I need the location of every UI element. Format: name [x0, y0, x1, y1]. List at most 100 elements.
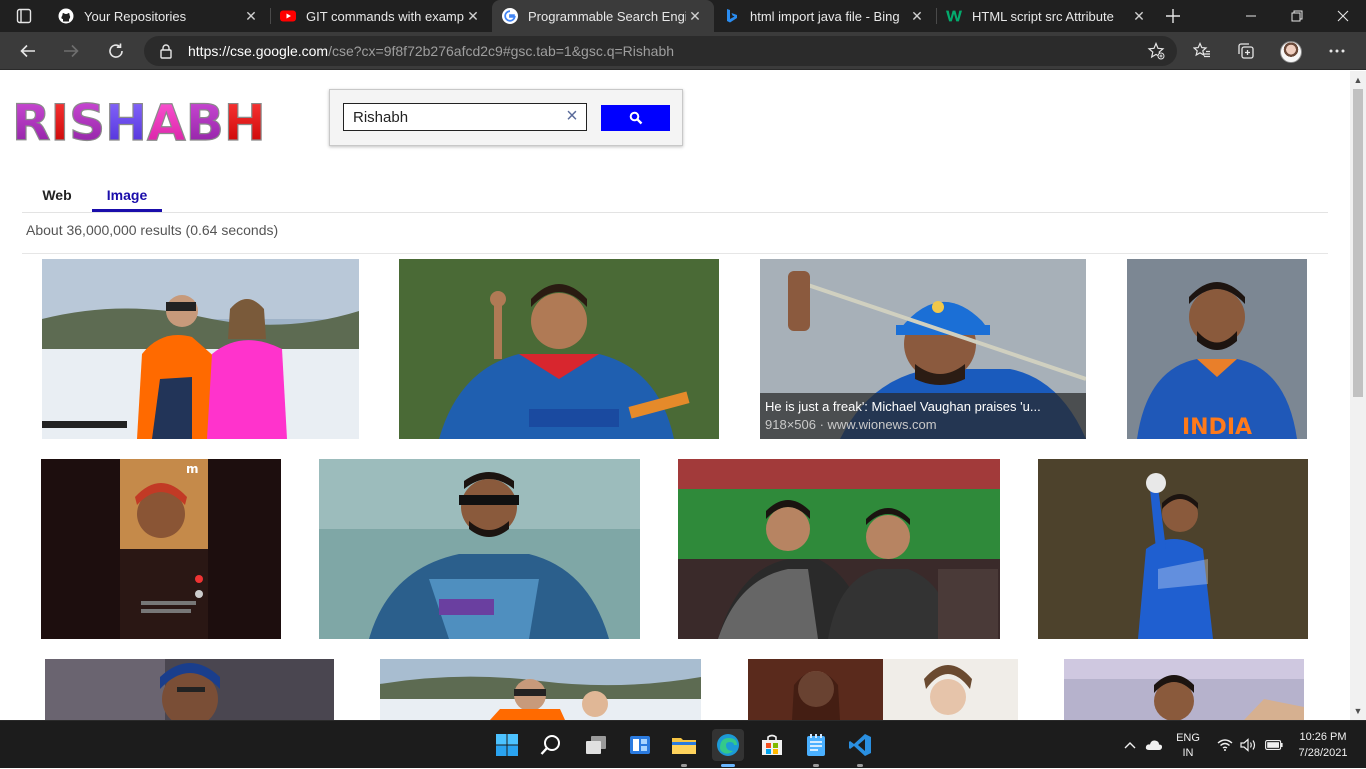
close-tab-icon[interactable]: ✕: [686, 8, 704, 25]
close-tab-icon[interactable]: ✕: [908, 8, 926, 25]
add-favorite-icon[interactable]: [1147, 42, 1165, 60]
file-explorer-button[interactable]: [668, 729, 700, 767]
result-count: About 36,000,000 results (0.64 seconds): [26, 222, 279, 238]
image-result[interactable]: INDIA: [1127, 259, 1307, 439]
running-indicator: [813, 764, 819, 767]
search-icon: [629, 111, 642, 125]
collections-icon: [1238, 43, 1254, 59]
refresh-icon: [109, 43, 123, 58]
url-host: https://cse.google.com: [188, 43, 329, 59]
search-input[interactable]: Rishabh: [343, 103, 587, 131]
divider: [22, 253, 1328, 254]
search-button[interactable]: [601, 105, 670, 131]
image-result[interactable]: [748, 659, 1018, 720]
arrow-right-icon: [64, 44, 79, 58]
page-content: RISHABH Rishabh × Web Image About 36,000…: [0, 71, 1350, 720]
windows-taskbar: ENG IN 10:26 PM 7/28/2021: [0, 720, 1366, 768]
browser-tab[interactable]: GIT commands with examples ✕: [270, 0, 492, 32]
profile-avatar[interactable]: [1280, 41, 1302, 63]
browser-tab[interactable]: Your Repositories ✕: [48, 0, 270, 32]
svg-text:m: m: [186, 462, 199, 476]
image-result[interactable]: [399, 259, 719, 439]
tab-title: Programmable Search Engine: [528, 8, 686, 24]
edge-taskbar-button[interactable]: [712, 729, 744, 767]
tab-title: html import java file - Bing: [750, 8, 900, 24]
plus-icon: [1166, 9, 1180, 23]
search-box: Rishabh ×: [329, 89, 683, 146]
google-icon: [502, 8, 518, 24]
image-result[interactable]: m: [41, 459, 281, 639]
restore-icon: [1291, 10, 1303, 22]
task-view-icon: [586, 736, 606, 754]
start-button[interactable]: [491, 729, 523, 761]
image-overlay-text: INDIA: [1182, 415, 1252, 439]
youtube-icon: [280, 8, 296, 24]
favorites-button[interactable]: [1187, 36, 1217, 66]
image-result[interactable]: He is just a freak': Michael Vaughan pra…: [760, 259, 1086, 439]
chevron-up-icon: [1124, 742, 1136, 749]
close-window-button[interactable]: [1320, 0, 1366, 32]
scroll-down-icon[interactable]: ▼: [1350, 704, 1366, 718]
refresh-button[interactable]: [101, 36, 131, 66]
page-scrollbar[interactable]: ▲ ▼: [1350, 71, 1366, 720]
browser-tab[interactable]: html import java file - Bing ✕: [714, 0, 936, 32]
lock-icon[interactable]: [158, 43, 174, 59]
tab-web[interactable]: Web: [22, 179, 92, 212]
image-result[interactable]: [319, 459, 640, 639]
language-indicator[interactable]: ENG IN: [1170, 731, 1206, 761]
image-result[interactable]: [678, 459, 1000, 639]
minimize-button[interactable]: [1228, 0, 1274, 32]
taskbar-search-button[interactable]: [535, 729, 567, 761]
tab-actions-button[interactable]: [0, 0, 48, 32]
forward-button[interactable]: [56, 36, 86, 66]
folder-icon: [672, 738, 696, 754]
scrollbar-thumb[interactable]: [1353, 89, 1363, 397]
github-icon: [58, 8, 74, 24]
browser-tab[interactable]: HTML script src Attribute ✕: [936, 0, 1158, 32]
notepad-button[interactable]: [800, 729, 832, 767]
volume-button[interactable]: [1238, 721, 1260, 769]
collections-button[interactable]: [1231, 36, 1261, 66]
new-tab-button[interactable]: [1158, 0, 1188, 32]
image-result[interactable]: [42, 259, 359, 439]
store-icon: [762, 734, 782, 755]
tab-title: Your Repositories: [84, 8, 187, 24]
windows-start-icon: [496, 734, 518, 756]
onedrive-button[interactable]: [1143, 721, 1165, 769]
widgets-button[interactable]: [624, 729, 656, 761]
address-bar[interactable]: https://cse.google.com/cse?cx=9f8f72b276…: [144, 36, 1177, 66]
image-caption-title: He is just a freak': Michael Vaughan pra…: [765, 399, 1041, 414]
system-clock[interactable]: 10:26 PM 7/28/2021: [1290, 729, 1356, 761]
wifi-button[interactable]: [1214, 721, 1236, 769]
vscode-icon: [849, 734, 871, 756]
image-result[interactable]: [380, 659, 701, 720]
favorites-icon: [1193, 42, 1210, 58]
running-indicator: [681, 764, 687, 767]
task-view-button[interactable]: [580, 729, 612, 761]
image-caption-meta: 918×506 · www.wionews.com: [765, 417, 937, 432]
scroll-up-icon[interactable]: ▲: [1350, 73, 1366, 87]
show-hidden-icons-button[interactable]: [1120, 721, 1140, 769]
store-button[interactable]: [756, 729, 788, 761]
close-tab-icon[interactable]: ✕: [464, 8, 482, 25]
vscode-button[interactable]: [844, 729, 876, 767]
url-text: https://cse.google.com/cse?cx=9f8f72b276…: [188, 43, 674, 59]
image-result[interactable]: [45, 659, 334, 720]
image-caption: He is just a freak': Michael Vaughan pra…: [760, 393, 1086, 439]
close-tab-icon[interactable]: ✕: [1130, 8, 1148, 25]
close-tab-icon[interactable]: ✕: [242, 8, 260, 25]
image-result[interactable]: [1038, 459, 1308, 639]
settings-more-button[interactable]: [1322, 36, 1352, 66]
restore-button[interactable]: [1274, 0, 1320, 32]
image-result[interactable]: [1064, 659, 1304, 720]
cloud-icon: [1145, 740, 1163, 750]
clear-search-icon[interactable]: ×: [562, 105, 582, 127]
battery-button[interactable]: [1262, 721, 1286, 769]
arrow-left-icon: [20, 44, 35, 58]
tab-title: HTML script src Attribute: [972, 8, 1114, 24]
back-button[interactable]: [13, 36, 43, 66]
tab-image[interactable]: Image: [92, 179, 162, 212]
browser-tab-active[interactable]: Programmable Search Engine ✕: [492, 0, 714, 32]
clock-date: 7/28/2021: [1298, 747, 1348, 759]
edge-icon: [717, 734, 739, 756]
